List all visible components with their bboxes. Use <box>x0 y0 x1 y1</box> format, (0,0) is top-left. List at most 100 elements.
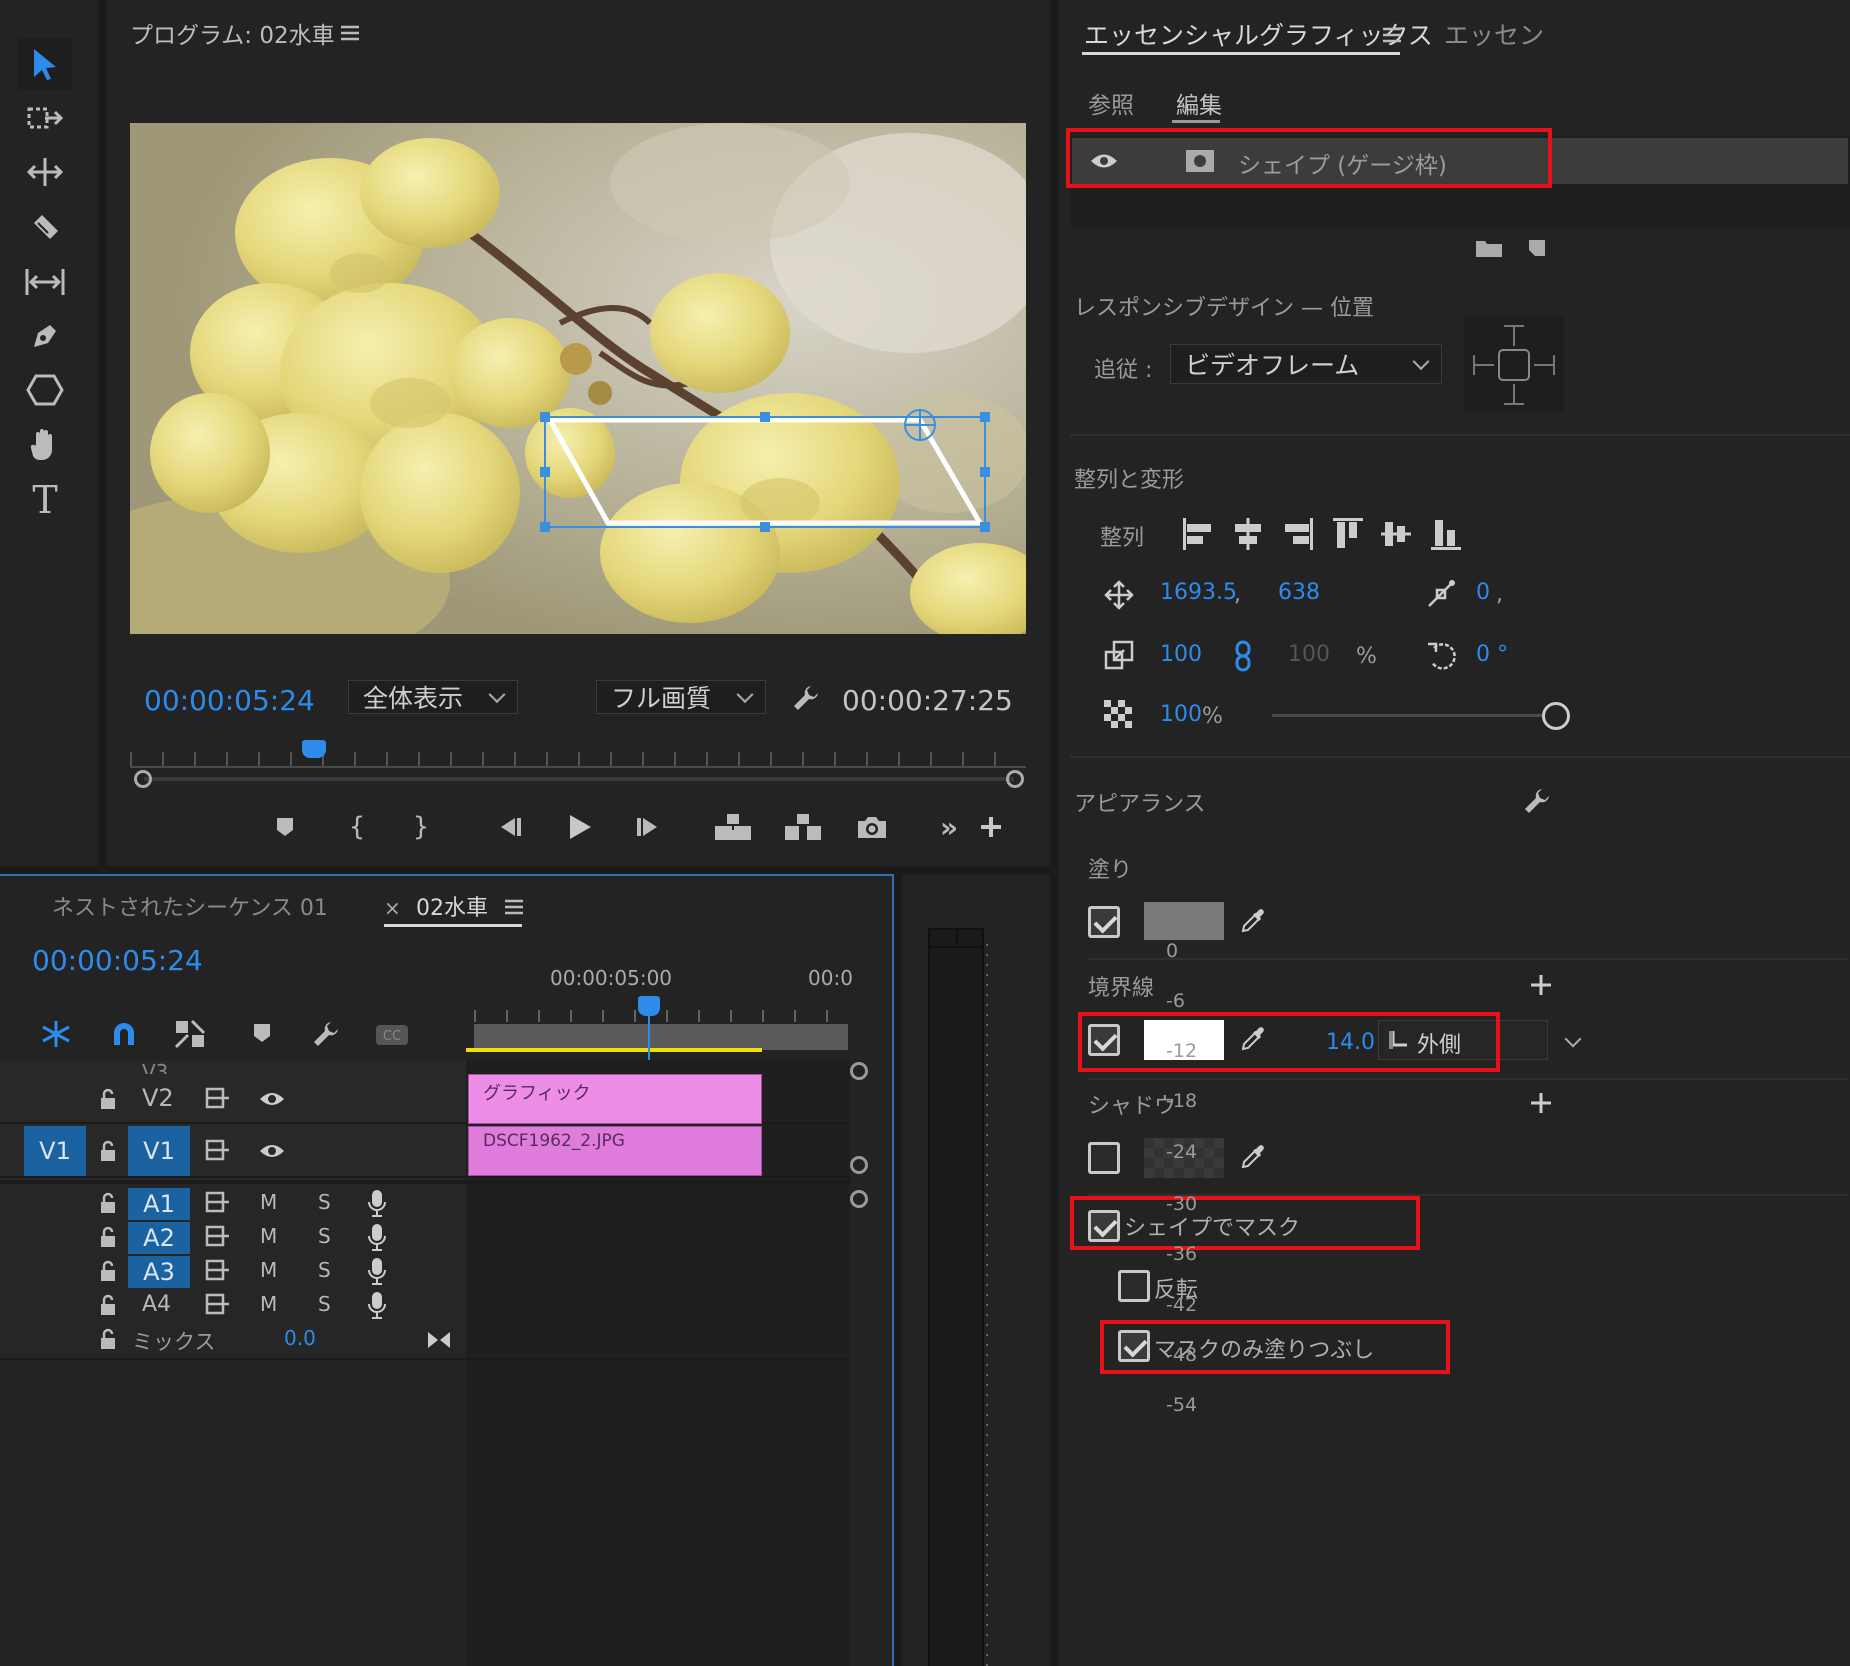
extract-icon[interactable] <box>782 810 824 844</box>
snap-icon[interactable] <box>104 1016 144 1052</box>
rotation-value[interactable]: 0 ° <box>1476 642 1508 667</box>
audio-scroll-top[interactable] <box>850 1190 868 1208</box>
fill-checkbox[interactable] <box>1088 906 1120 938</box>
linked-selection-icon[interactable] <box>170 1016 210 1052</box>
subtab-browse[interactable]: 参照 <box>1088 86 1134 120</box>
track-select-icon[interactable] <box>20 96 70 140</box>
v2-sync-icon[interactable] <box>204 1086 232 1110</box>
align-bottom-icon[interactable] <box>1428 514 1464 554</box>
a4-label[interactable]: A4 <box>142 1292 171 1317</box>
v2-lock-icon[interactable] <box>96 1086 120 1112</box>
a3-mute[interactable]: M <box>260 1258 277 1282</box>
align-center-h-icon[interactable] <box>1230 514 1266 554</box>
camera-icon[interactable] <box>854 810 890 844</box>
add-marker-icon[interactable] <box>270 812 300 842</box>
timeline-menu-icon[interactable] <box>502 896 526 918</box>
a3-lock-icon[interactable] <box>96 1258 120 1284</box>
mark-out-icon[interactable]: } <box>406 812 436 842</box>
go-to-out-icon[interactable] <box>632 812 666 842</box>
align-middle-v-icon[interactable] <box>1378 514 1414 554</box>
a4-solo[interactable]: S <box>318 1292 331 1316</box>
a1-lock-icon[interactable] <box>96 1190 120 1216</box>
play-icon[interactable] <box>562 810 598 844</box>
add-shadow-icon[interactable] <box>1528 1090 1554 1116</box>
v2-eye-icon[interactable] <box>256 1088 288 1110</box>
type-icon[interactable]: T <box>20 476 70 524</box>
new-group-icon[interactable] <box>1474 236 1504 260</box>
a2-sync-icon[interactable] <box>204 1224 232 1248</box>
a1-mic-icon[interactable] <box>364 1188 390 1218</box>
a3-mic-icon[interactable] <box>364 1256 390 1286</box>
mark-in-icon[interactable]: { <box>342 812 372 842</box>
program-playhead[interactable] <box>302 740 326 758</box>
add-stroke-icon[interactable] <box>1528 972 1554 998</box>
a4-mute[interactable]: M <box>260 1292 277 1316</box>
v1-lock-icon[interactable] <box>96 1138 120 1164</box>
a4-lock-icon[interactable] <box>96 1292 120 1318</box>
video-scroll-top[interactable] <box>850 1062 868 1080</box>
nest-icon[interactable] <box>36 1016 76 1052</box>
quality-dropdown[interactable]: フル画質 <box>596 680 766 714</box>
a2-target[interactable]: A2 <box>128 1222 190 1254</box>
clip-graphic[interactable]: グラフィック <box>468 1074 762 1124</box>
zoom-dropdown[interactable]: 全体表示 <box>348 680 518 714</box>
video-frame[interactable] <box>130 123 1026 634</box>
add-button-icon[interactable] <box>976 812 1006 842</box>
program-ruler[interactable] <box>130 742 1026 768</box>
program-menu-icon[interactable] <box>338 22 362 44</box>
a3-sync-icon[interactable] <box>204 1258 232 1282</box>
v2-label[interactable]: V2 <box>142 1084 174 1112</box>
a1-solo[interactable]: S <box>318 1190 331 1214</box>
go-to-in-icon[interactable] <box>492 812 526 842</box>
invert-checkbox[interactable] <box>1118 1270 1150 1302</box>
scale-value[interactable]: 100 <box>1160 642 1202 667</box>
more-controls-icon[interactable]: » <box>934 811 964 844</box>
new-layer-icon[interactable] <box>1524 236 1550 260</box>
position-x[interactable]: 1693.5 <box>1160 580 1237 605</box>
clip-image[interactable]: DSCF1962_2.JPG <box>468 1126 762 1176</box>
v1-target[interactable]: V1 <box>128 1126 190 1176</box>
eg-menu-icon[interactable] <box>1380 24 1404 46</box>
captions-icon[interactable]: CC <box>372 1020 412 1050</box>
mix-pan-icon[interactable] <box>424 1328 454 1352</box>
align-right-icon[interactable] <box>1280 514 1316 554</box>
selection-tool-icon[interactable] <box>18 38 72 90</box>
align-top-icon[interactable] <box>1330 514 1366 554</box>
shadow-checkbox[interactable] <box>1088 1142 1120 1174</box>
wrench-icon[interactable] <box>788 680 824 716</box>
a3-target[interactable]: A3 <box>128 1256 190 1288</box>
program-timecode[interactable]: 00:00:05:24 <box>144 684 315 717</box>
a2-solo[interactable]: S <box>318 1224 331 1248</box>
v1-sync-icon[interactable] <box>204 1138 232 1162</box>
tab-nested-sequence[interactable]: ネストされたシーケンス 01 <box>52 890 328 922</box>
a2-lock-icon[interactable] <box>96 1224 120 1250</box>
timeline-marker-icon[interactable] <box>244 1016 280 1052</box>
a2-mic-icon[interactable] <box>364 1222 390 1252</box>
v1-eye-icon[interactable] <box>256 1140 288 1162</box>
mix-lock-icon[interactable] <box>96 1326 120 1352</box>
v1-source-patch[interactable]: V1 <box>24 1126 86 1176</box>
timeline-wrench-icon[interactable] <box>306 1016 346 1052</box>
shape-icon[interactable] <box>20 368 70 412</box>
a4-sync-icon[interactable] <box>204 1292 232 1316</box>
program-scrollbar[interactable] <box>134 770 1024 788</box>
anchor-value[interactable]: 0 <box>1476 580 1490 605</box>
mix-value[interactable]: 0.0 <box>284 1326 316 1350</box>
fill-eyedropper-icon[interactable] <box>1236 904 1270 938</box>
pen-icon[interactable] <box>20 314 70 358</box>
fill-swatch[interactable] <box>1144 902 1224 940</box>
a4-mic-icon[interactable] <box>364 1290 390 1320</box>
align-left-icon[interactable] <box>1180 514 1216 554</box>
razor-icon[interactable] <box>20 204 70 252</box>
work-area-bar[interactable] <box>474 1024 848 1050</box>
eg-tab-other[interactable]: エッセン <box>1444 16 1544 52</box>
opacity-value[interactable]: 100 <box>1160 702 1202 727</box>
tab-active-sequence[interactable]: 02水車 <box>416 890 488 922</box>
a1-mute[interactable]: M <box>260 1190 277 1214</box>
subtab-edit[interactable]: 編集 <box>1176 86 1222 120</box>
hand-icon[interactable] <box>20 422 70 466</box>
follow-dropdown[interactable]: ビデオフレーム <box>1170 344 1442 384</box>
a2-mute[interactable]: M <box>260 1224 277 1248</box>
timeline-ruler[interactable] <box>474 1002 848 1022</box>
ripple-edit-icon[interactable] <box>20 150 70 194</box>
